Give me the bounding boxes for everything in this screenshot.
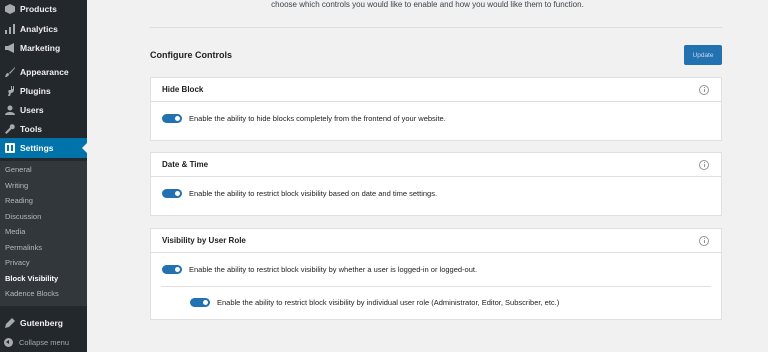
info-icon[interactable] <box>699 84 709 95</box>
submenu-item-reading[interactable]: Reading <box>5 196 33 205</box>
divider <box>150 27 722 28</box>
paintbrush-icon <box>4 67 15 78</box>
sidebar-item-label: Products <box>20 4 57 14</box>
configure-controls-title: Configure Controls <box>150 50 232 60</box>
gutenberg-icon <box>4 318 15 329</box>
collapse-menu-label: Collapse menu <box>19 337 70 347</box>
panel-header: Hide Block <box>151 78 721 102</box>
info-icon[interactable] <box>699 235 709 246</box>
analytics-icon <box>4 24 15 35</box>
submenu-item-media[interactable]: Media <box>5 227 25 236</box>
sidebar-item-label: Tools <box>20 124 43 134</box>
sidebar-item-label: Analytics <box>20 24 58 34</box>
plugin-icon <box>4 86 15 97</box>
settings-submenu: General Writing Reading Discussion Media… <box>0 161 87 306</box>
toggle-row: Enable the ability to restrict block vis… <box>162 265 477 274</box>
inner-divider <box>161 286 711 287</box>
sidebar-item-products[interactable]: Products <box>0 0 87 19</box>
toggle-label: Enable the ability to hide blocks comple… <box>189 114 446 123</box>
sidebar-item-plugins[interactable]: Plugins <box>0 81 87 101</box>
sidebar-item-settings[interactable]: Settings <box>0 138 87 158</box>
submenu-item-discussion[interactable]: Discussion <box>5 212 41 221</box>
submenu-item-privacy[interactable]: Privacy <box>5 258 30 267</box>
panel-title: Visibility by User Role <box>162 236 246 245</box>
collapse-icon <box>4 337 13 347</box>
date-time-toggle[interactable] <box>162 189 182 198</box>
toggle-row: Enable the ability to restrict block vis… <box>162 189 437 198</box>
submenu-item-block-visibility[interactable]: Block Visibility <box>5 274 58 283</box>
sidebar-item-label: Appearance <box>20 67 69 77</box>
sidebar-item-marketing[interactable]: Marketing <box>0 38 87 58</box>
update-button[interactable]: Update <box>684 45 722 65</box>
toggle-label: Enable the ability to restrict block vis… <box>189 265 478 274</box>
sidebar-item-analytics[interactable]: Analytics <box>0 19 87 39</box>
panel-user-role: Visibility by User Role Enable the abili… <box>150 228 722 320</box>
toggle-row: Enable the ability to restrict block vis… <box>190 298 559 307</box>
megaphone-icon <box>4 43 15 54</box>
submenu-item-writing[interactable]: Writing <box>5 181 28 190</box>
sidebar-item-label: Marketing <box>20 43 61 53</box>
panel-header: Visibility by User Role <box>151 229 721 253</box>
hide-block-toggle[interactable] <box>162 114 182 123</box>
sidebar-item-label: Users <box>20 105 44 115</box>
products-icon <box>4 4 15 15</box>
toggle-label: Enable the ability to restrict block vis… <box>217 298 560 307</box>
panel-title: Hide Block <box>162 85 204 94</box>
submenu-item-kadence-blocks[interactable]: Kadence Blocks <box>5 289 59 298</box>
sidebar-item-label: Plugins <box>20 86 51 96</box>
panel-date-time: Date & Time Enable the ability to restri… <box>150 152 722 216</box>
users-icon <box>4 105 15 116</box>
toggle-row: Enable the ability to hide blocks comple… <box>162 114 446 123</box>
sidebar-item-users[interactable]: Users <box>0 100 87 120</box>
info-icon[interactable] <box>699 159 709 170</box>
intro-text: choose which controls you would like to … <box>271 0 584 9</box>
sidebar-item-appearance[interactable]: Appearance <box>0 62 87 82</box>
sidebar-item-gutenberg[interactable]: Gutenberg <box>0 313 87 333</box>
sidebar-item-label: Settings <box>20 143 54 153</box>
collapse-menu-button[interactable]: Collapse menu <box>0 335 87 349</box>
admin-sidebar: Products Analytics Marketing Appearance … <box>0 0 87 352</box>
panel-title: Date & Time <box>162 160 209 169</box>
panel-hide-block: Hide Block Enable the ability to hide bl… <box>150 77 722 141</box>
sidebar-item-tools[interactable]: Tools <box>0 119 87 139</box>
sidebar-item-label: Gutenberg <box>20 318 63 328</box>
submenu-item-permalinks[interactable]: Permalinks <box>5 243 42 252</box>
panel-header: Date & Time <box>151 153 721 177</box>
submenu-item-general[interactable]: General <box>5 165 32 174</box>
user-role-toggle[interactable] <box>190 298 210 307</box>
toggle-label: Enable the ability to restrict block vis… <box>189 189 438 198</box>
logged-in-status-toggle[interactable] <box>162 265 182 274</box>
wrench-icon <box>4 124 15 135</box>
settings-icon <box>4 143 15 154</box>
